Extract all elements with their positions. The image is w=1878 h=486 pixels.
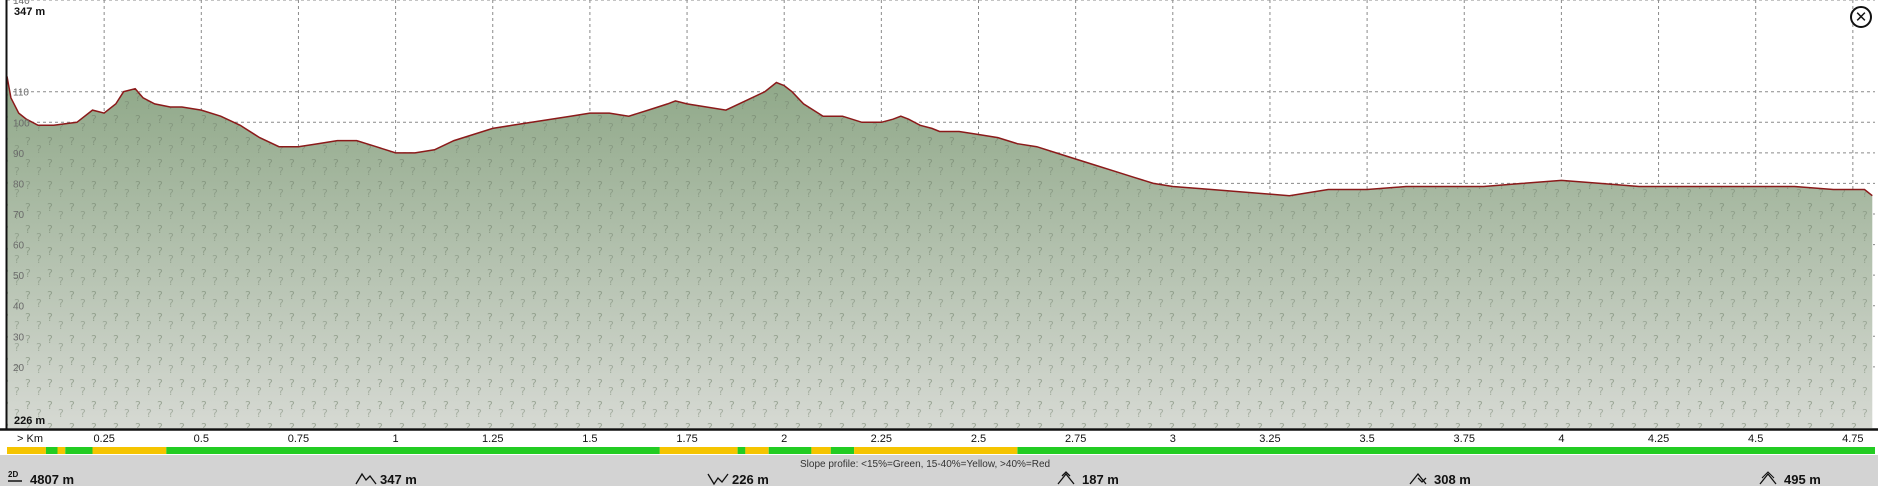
slope-segment bbox=[1017, 447, 1875, 454]
x-axis-label: > Km bbox=[17, 433, 43, 445]
max-elevation-label: 347 m bbox=[14, 6, 45, 18]
x-tick-label: 4.75 bbox=[1842, 433, 1863, 445]
y-tick-label: 50 bbox=[13, 271, 25, 282]
x-tick-label: 0.75 bbox=[288, 433, 309, 445]
x-tick-label: 3.25 bbox=[1259, 433, 1280, 445]
total-climb-value: 495 m bbox=[1784, 472, 1821, 486]
x-tick-label: 2 bbox=[781, 433, 787, 445]
x-tick-label: 0.5 bbox=[194, 433, 209, 445]
y-tick-label: 20 bbox=[13, 363, 25, 374]
slope-segment bbox=[659, 447, 738, 454]
elevation-profile-chart: ? ? 2030405060708090100110140 347 m 226 … bbox=[0, 0, 1878, 486]
y-tick-label: 80 bbox=[13, 179, 25, 190]
elevation-profile-window: ? ? 2030405060708090100110140 347 m 226 … bbox=[0, 0, 1878, 486]
min-elevation-label: 226 m bbox=[14, 415, 45, 427]
slope-segment bbox=[811, 447, 831, 454]
max-altitude-value: 347 m bbox=[380, 472, 417, 486]
x-tick-label: 0.25 bbox=[93, 433, 114, 445]
x-tick-label: 3 bbox=[1170, 433, 1176, 445]
x-tick-label: 2.5 bbox=[971, 433, 986, 445]
slope-segment bbox=[768, 447, 812, 454]
y-tick-label: 70 bbox=[13, 210, 25, 221]
slope-segment bbox=[7, 447, 46, 454]
slope-segment bbox=[854, 447, 1018, 454]
x-tick-label: 1 bbox=[393, 433, 399, 445]
x-tick-label: 1.75 bbox=[676, 433, 697, 445]
slope-segment bbox=[737, 447, 746, 454]
x-tick-label: 3.5 bbox=[1359, 433, 1374, 445]
slope-segment bbox=[65, 447, 93, 454]
y-tick-label: 40 bbox=[13, 302, 25, 313]
mode-label: 2D bbox=[8, 470, 18, 479]
close-circle-icon: ✕ bbox=[1854, 7, 1868, 26]
descent-value: 308 m bbox=[1434, 472, 1471, 486]
x-tick-label: 2.75 bbox=[1065, 433, 1086, 445]
x-tick-band bbox=[0, 431, 1878, 446]
x-tick-label: 1.5 bbox=[582, 433, 597, 445]
y-tick-label: 30 bbox=[13, 332, 25, 343]
x-tick-label: 4 bbox=[1558, 433, 1564, 445]
ascent-value: 187 m bbox=[1082, 472, 1119, 486]
slope-segment bbox=[57, 447, 66, 454]
x-tick-label: 3.75 bbox=[1454, 433, 1475, 445]
x-tick-label: 2.25 bbox=[871, 433, 892, 445]
min-altitude-value: 226 m bbox=[732, 472, 769, 486]
slope-segment bbox=[166, 447, 660, 454]
distance-value: 4807 m bbox=[30, 472, 74, 486]
x-tick-label: 4.25 bbox=[1648, 433, 1669, 445]
x-tick-label: 4.5 bbox=[1748, 433, 1763, 445]
slope-segment bbox=[92, 447, 167, 454]
x-tick-label: 1.25 bbox=[482, 433, 503, 445]
slope-segment bbox=[830, 447, 855, 454]
y-tick-label: 90 bbox=[13, 149, 25, 160]
y-tick-label: 110 bbox=[13, 88, 29, 99]
slope-segment bbox=[45, 447, 58, 454]
y-tick-label: 100 bbox=[13, 118, 30, 129]
close-button[interactable]: ✕ bbox=[1850, 6, 1872, 28]
slope-legend: Slope profile: <15%=Green, 15-40%=Yellow… bbox=[800, 459, 1050, 470]
slope-segment bbox=[745, 447, 769, 454]
slope-bar bbox=[7, 447, 1875, 454]
y-tick-label: 60 bbox=[13, 241, 25, 252]
